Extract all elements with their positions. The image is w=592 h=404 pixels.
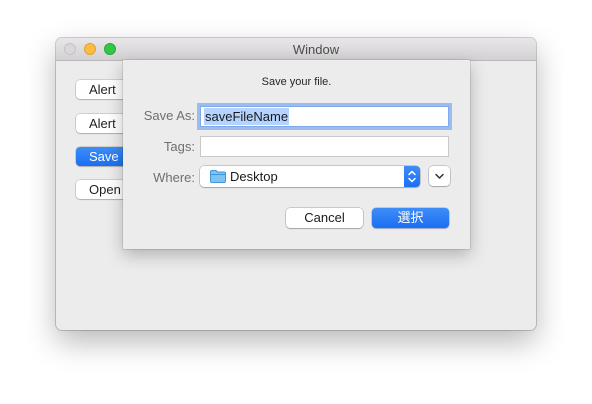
- folder-icon: [210, 170, 226, 183]
- cancel-button[interactable]: Cancel: [286, 208, 363, 228]
- select-button[interactable]: 選択: [372, 208, 449, 228]
- save-as-field[interactable]: saveFileName: [200, 106, 449, 127]
- save-as-label: Save As:: [143, 108, 195, 123]
- window-title: Window: [292, 42, 340, 57]
- where-label: Where:: [153, 170, 195, 185]
- expand-button[interactable]: [429, 166, 450, 186]
- popup-stepper-icon[interactable]: [404, 166, 420, 187]
- chevron-down-icon: [435, 173, 444, 179]
- tags-field[interactable]: [200, 136, 449, 157]
- title-bar[interactable]: Window: [56, 38, 536, 61]
- save-as-value: saveFileName: [204, 108, 290, 125]
- save-sheet: Save your file. Save As: saveFileName Ta…: [123, 60, 470, 249]
- where-popup[interactable]: Desktop: [200, 166, 420, 187]
- where-value: Desktop: [230, 169, 278, 184]
- tags-label: Tags:: [163, 139, 195, 154]
- sheet-message: Save your file.: [261, 76, 332, 88]
